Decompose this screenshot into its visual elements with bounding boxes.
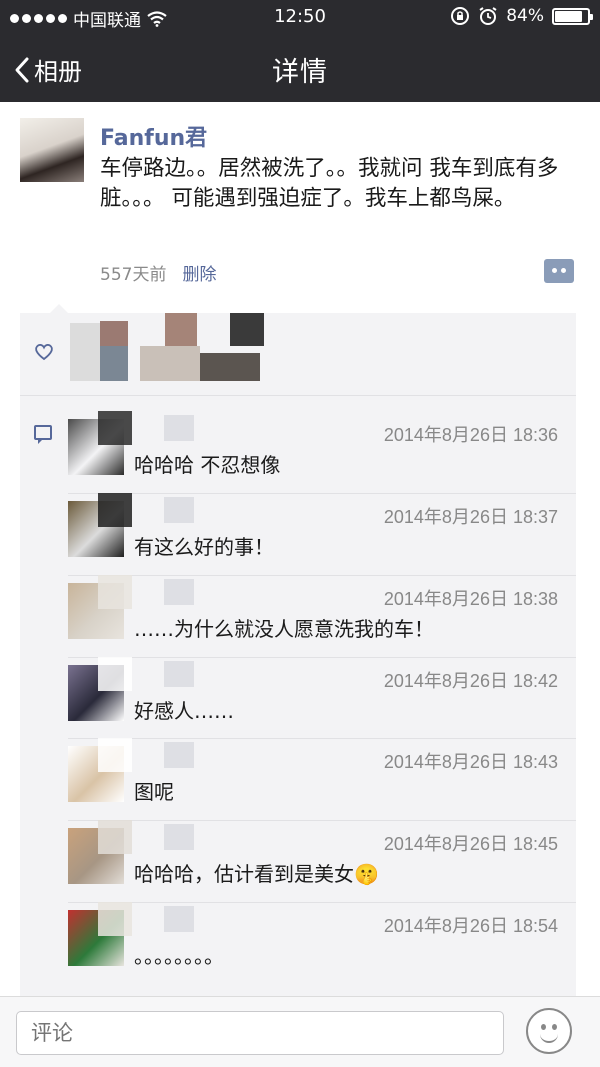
pixelated-name — [164, 661, 194, 687]
emoji-button[interactable] — [526, 1008, 572, 1054]
author-avatar[interactable] — [20, 118, 84, 182]
comment-time: 2014年8月26日 18:38 — [383, 589, 558, 609]
heart-icon — [35, 344, 53, 361]
post-content: 车停路边。。居然被洗了。。我就问 我车到底有多脏。。。 可能遇到强迫症了。我车上… — [100, 156, 559, 211]
comment-item[interactable]: 2014年8月26日 18:36 哈哈哈 不忍想像 — [68, 411, 576, 493]
status-bar: 中国联通 12:50 84% — [0, 0, 600, 34]
pixelated-name — [98, 657, 132, 691]
comment-input-bar — [0, 996, 600, 1067]
comment-separator — [68, 493, 576, 494]
battery-icon — [552, 7, 593, 25]
comment-text: 好感人…… — [134, 699, 234, 723]
pixelated-name — [98, 820, 132, 854]
pixelated-name — [98, 902, 132, 936]
comment-item[interactable]: 2014年8月26日 18:37 有这么好的事！ — [68, 493, 576, 575]
comment-text: 哈哈哈 不忍想像 — [134, 453, 281, 477]
pixelated-name — [164, 742, 194, 768]
pixelated-name — [98, 411, 132, 445]
pixelated-name — [98, 738, 132, 772]
delete-link[interactable]: 删除 — [182, 260, 216, 285]
alarm-icon — [479, 7, 497, 25]
rotation-lock-icon — [451, 7, 470, 25]
comment-text: 有这么好的事！ — [134, 535, 274, 559]
comment-separator — [68, 820, 576, 821]
comment-input[interactable] — [16, 1011, 504, 1055]
comment-time: 2014年8月26日 18:45 — [383, 834, 558, 854]
author-name[interactable]: Fanfun君 — [100, 120, 207, 152]
comment-item[interactable]: 2014年8月26日 18:54 。。。。。。。。 — [68, 902, 576, 984]
divider — [20, 395, 576, 396]
comment-text: 。。。。。。。。 — [134, 944, 224, 968]
comment-text: 哈哈哈，估计看到是美女🤫 — [134, 862, 379, 886]
comment-icon — [34, 425, 52, 444]
top-bar: 中国联通 12:50 84% 相册 详情 — [0, 0, 600, 102]
pixelated-name — [98, 575, 132, 609]
navigation-bar: 相册 详情 — [0, 34, 600, 102]
pixelated-name — [164, 579, 194, 605]
pixelated-name — [98, 493, 132, 527]
post-time: 557天前 — [100, 265, 167, 285]
comment-item[interactable]: 2014年8月26日 18:38 ……为什么就没人愿意洗我的车！ — [68, 575, 576, 657]
pixelated-name — [164, 497, 194, 523]
comment-time: 2014年8月26日 18:54 — [383, 916, 558, 936]
comment-item[interactable]: 2014年8月26日 18:43 图呢 — [68, 738, 576, 820]
comment-text: ……为什么就没人愿意洗我的车！ — [134, 617, 434, 641]
comment-time: 2014年8月26日 18:37 — [383, 507, 558, 527]
comment-time: 2014年8月26日 18:42 — [383, 671, 558, 691]
comment-time: 2014年8月26日 18:36 — [383, 425, 558, 445]
interaction-panel: 2014年8月26日 18:36 哈哈哈 不忍想像 2014年8月26日 18:37… — [20, 304, 576, 1003]
comment-separator — [68, 657, 576, 658]
comment-separator — [68, 575, 576, 576]
pixelated-name — [164, 415, 194, 441]
comment-separator — [68, 738, 576, 739]
post-meta: 557天前 删除 — [100, 260, 216, 285]
pixelated-name — [164, 824, 194, 850]
pixelated-name — [164, 906, 194, 932]
more-options-button[interactable] — [544, 259, 574, 283]
comment-item[interactable]: 2014年8月26日 18:42 好感人…… — [68, 657, 576, 739]
page-title: 详情 — [272, 57, 328, 88]
comment-time: 2014年8月26日 18:43 — [383, 752, 558, 772]
comment-text: 图呢 — [134, 780, 174, 804]
battery-percent: 84% — [506, 6, 544, 26]
comment-item[interactable]: 2014年8月26日 18:45 哈哈哈，估计看到是美女🤫 — [68, 820, 576, 902]
comment-separator — [68, 902, 576, 903]
